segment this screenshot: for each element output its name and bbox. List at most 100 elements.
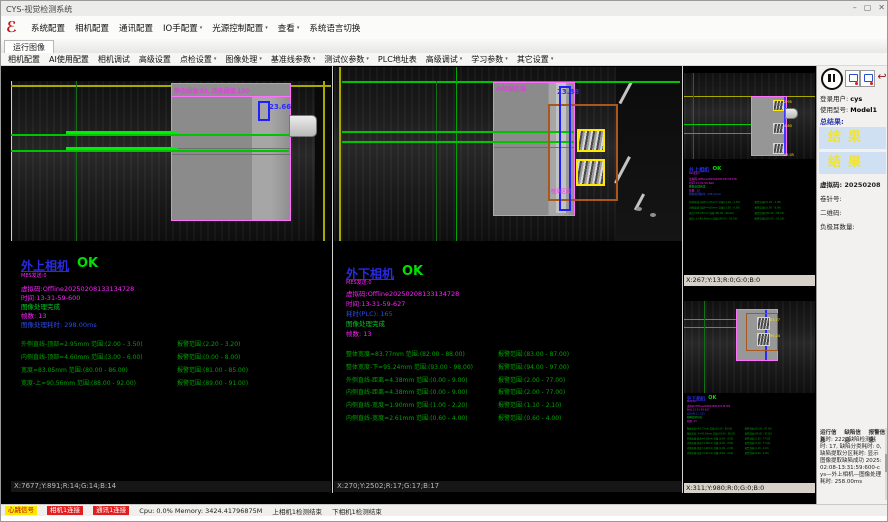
model-value: Model1 bbox=[850, 106, 877, 114]
tool-advanced-debug[interactable]: 高级调试▾ bbox=[426, 54, 463, 65]
measure-row: 外侧直线-顶部=2.95mm 范围:(2.00 - 3.50)报警范围:(2.2… bbox=[689, 200, 815, 204]
alarm-text: 报警范围:(1.10 - 2.10) bbox=[498, 400, 561, 409]
measure-row: 整体宽度-下=95.24mm 范围:(93.00 - 98.00) 报警范围:(9… bbox=[687, 432, 812, 436]
thumb-top-panel[interactable]: 2.95 4.60 83.05 外上相机 OK MES发送:0 虚拟码:Offl… bbox=[684, 67, 815, 286]
tool-advanced-settings[interactable]: 高级设置 bbox=[139, 54, 171, 65]
tool-image-processing[interactable]: 图像处理▾ bbox=[225, 54, 262, 65]
status-ok: OK bbox=[77, 256, 98, 271]
blue-measure-value: 23.66 bbox=[269, 103, 291, 111]
close-icon[interactable]: ✕ bbox=[878, 3, 885, 12]
thumb-bottom-panel[interactable]: 83.77 95.24 外下相机 OK MES发送:0 虚拟码:Offline2… bbox=[684, 293, 815, 493]
main-area: 静态阈值:93, 动态阈值:100 23.66 外上相机 OK MES发送:0 … bbox=[1, 66, 816, 504]
tool-plc-address[interactable]: PLC地址表 bbox=[378, 54, 417, 65]
menu-camera-config[interactable]: 相机配置 bbox=[75, 22, 109, 34]
ai-region-label: AI检测区域 bbox=[496, 84, 526, 93]
tab-detect-box bbox=[577, 129, 605, 152]
pause-button[interactable] bbox=[821, 68, 843, 90]
model-label: 使用型号: bbox=[820, 106, 848, 114]
alarm-text: 报警范围:(89.00 - 91.00) bbox=[755, 217, 785, 221]
measure-row: 内侧直线-顶部=4.60mm 范围:(3.00 - 6.00)报警范围:(0.0… bbox=[689, 206, 815, 210]
tool-camera-config[interactable]: 相机配置 bbox=[8, 54, 40, 65]
menu-view[interactable]: 查看▾ bbox=[278, 22, 300, 34]
camera-view-button-1[interactable] bbox=[845, 70, 860, 87]
negative-tab-count-label: 负极耳数量: bbox=[820, 221, 855, 231]
menu-light-control[interactable]: 光源控制配置▾ bbox=[212, 22, 268, 34]
tool-other-settings[interactable]: 其它设置▾ bbox=[517, 54, 554, 65]
box-value-label: 83.05 bbox=[784, 153, 794, 157]
log-output: 耗时: 222, 缺陷检测耗时: 17, 缺陷分类耗时: 0, 缺陷提取分区耗时… bbox=[820, 437, 882, 486]
dropdown-arrow-icon: ▾ bbox=[366, 56, 369, 62]
measure-text: 内侧直线-宽度=2.61mm 范围:(0.60 - 4.00) bbox=[687, 451, 733, 454]
monitor-icon bbox=[849, 74, 858, 82]
measure-row: 内侧直线-顶部=4.60mm 范围:(3.00 - 6.00)报警范围:(0.0… bbox=[21, 352, 326, 362]
mid-camera-panel[interactable]: AI检测区域 23.88 检测区域 外下相机 OK MES发送:0 虚拟码:Of… bbox=[334, 67, 682, 493]
measure-row: 内侧直线-宽度=2.61mm 范围:(0.60 - 4.00) 报警范围:(0.6… bbox=[346, 413, 676, 423]
alarm-text: 报警范围:(0.60 - 4.00) bbox=[498, 413, 561, 422]
login-user-value: cys bbox=[850, 95, 862, 103]
menu-system-config[interactable]: 系统配置 bbox=[31, 22, 65, 34]
tool-learning-params[interactable]: 学习参数▾ bbox=[471, 54, 508, 65]
camera-view-button-2[interactable] bbox=[860, 70, 875, 87]
measure-text: 内侧直线-距离=4.38mm 范围:(0.00 - 9.00) bbox=[346, 387, 468, 396]
return-button[interactable]: ↩ bbox=[876, 68, 888, 86]
measure-text: 内侧直线-顶部=4.60mm 范围:(3.00 - 6.00) bbox=[689, 206, 740, 210]
alarm-text: 报警范围:(0.60 - 4.00) bbox=[745, 451, 769, 454]
virtual-barcode: 虚拟码:Offline20250208133134728 bbox=[346, 288, 459, 298]
menu-bar: ℰ 系统配置 相机配置 通讯配置 IO手配置▾ 光源控制配置▾ 查看▾ 系统语言… bbox=[1, 16, 888, 40]
frame-count: 帧数: 13 bbox=[346, 328, 372, 338]
blue-measure-value: 23.88 bbox=[557, 88, 579, 96]
tool-baseline-params[interactable]: 基准线参数▾ bbox=[271, 54, 316, 65]
alarm-text: 报警范围:(1.10 - 2.10) bbox=[745, 446, 769, 449]
thumb-bottom-coord-readout: X:311;Y:980;R:0;G:0;B:0 bbox=[684, 483, 815, 493]
region-label: 检测区域 bbox=[551, 188, 571, 195]
alarm-text: 报警范围:(94.00 - 97.00) bbox=[745, 432, 772, 435]
tool-spot-check[interactable]: 点检设置▾ bbox=[180, 54, 217, 65]
measure-text: 内侧直线-宽度=2.61mm 范围:(0.60 - 4.00) bbox=[346, 413, 468, 422]
tab-detect-box bbox=[757, 333, 770, 346]
measure-text: 整体宽度=83.77mm 范围:(82.00 - 88.00) bbox=[346, 349, 465, 358]
tool-tester-params[interactable]: 测试仪参数▾ bbox=[324, 54, 369, 65]
measure-text: 内侧直线-距离=4.38mm 范围:(0.00 - 9.00) bbox=[687, 441, 733, 444]
left-camera-panel[interactable]: 静态阈值:93, 动态阈值:100 23.66 外上相机 OK MES发送:0 … bbox=[11, 67, 331, 493]
measure-row: 内侧直线-距离=4.38mm 范围:(0.00 - 9.00)报警范围:(2.0… bbox=[346, 387, 676, 397]
alarm-text: 报警范围:(2.00 - 77.00) bbox=[745, 441, 771, 444]
measure-text: 整体宽度-下=95.24mm 范围:(93.00 - 98.00) bbox=[346, 362, 473, 371]
menu-io-config[interactable]: IO手配置▾ bbox=[163, 22, 202, 34]
measure-row: 宽度=83.05mm 范围:(80.00 - 86.00)报警范围:(81.00… bbox=[689, 211, 815, 215]
measure-text: 外侧直线-顶部=2.95mm 范围:(2.00 - 3.50) bbox=[689, 200, 740, 204]
threshold-label: 静态阈值:93, 动态阈值:100 bbox=[174, 86, 249, 95]
dropdown-arrow-icon: ▾ bbox=[200, 25, 203, 31]
measure-text: 内侧直线-顶部=4.60mm 范围:(3.00 - 6.00) bbox=[21, 352, 143, 361]
maximize-icon[interactable]: ▢ bbox=[864, 3, 872, 12]
tool-ai-config[interactable]: AI使用配置 bbox=[49, 54, 89, 65]
window-title: CYS-视觉检测系统 bbox=[6, 4, 72, 15]
mes-status: MES发送:0 bbox=[346, 279, 372, 286]
heartbeat-badge: 心跳信号 bbox=[5, 506, 37, 515]
model-row[interactable]: 使用型号: Model1 bbox=[820, 104, 877, 114]
dropdown-arrow-icon: ▾ bbox=[551, 56, 554, 62]
menu-comm-config[interactable]: 通讯配置 bbox=[119, 22, 153, 34]
app-window: CYS-视觉检测系统 – ▢ ✕ ℰ 系统配置 相机配置 通讯配置 IO手配置▾… bbox=[0, 0, 888, 522]
alarm-text: 报警范围:(83.00 - 87.00) bbox=[498, 349, 569, 358]
minimize-icon[interactable]: – bbox=[853, 3, 857, 12]
thumb-bottom-textblock: 外下相机 OK MES发送:0 虚拟码:Offline2025020813313… bbox=[687, 395, 812, 458]
record-dot-icon bbox=[855, 82, 858, 85]
measure-row: 宽度-上=90.56mm 范围:(88.00 - 92.00)报警范围:(89.… bbox=[689, 217, 815, 221]
tool-camera-debug[interactable]: 相机调试 bbox=[98, 54, 130, 65]
measure-text: 整体宽度-下=95.24mm 范围:(93.00 - 98.00) bbox=[687, 432, 735, 435]
measure-text: 外侧直线-距离=4.38mm 范围:(0.00 - 9.00) bbox=[346, 375, 468, 384]
title-bar: CYS-视觉检测系统 – ▢ ✕ bbox=[1, 1, 888, 17]
menu-language-switch[interactable]: 系统语言切换 bbox=[309, 22, 360, 34]
tab-detect-box bbox=[576, 159, 605, 186]
measure-row: 整体宽度=83.77mm 范围:(82.00 - 88.00)报警范围:(83.… bbox=[687, 427, 812, 431]
monitor-icon bbox=[864, 74, 873, 82]
login-user-row: 登录用户: cys bbox=[820, 93, 862, 103]
measure-row: 外侧直线-距离=4.38mm 范围:(0.00 - 9.00)报警范围:(2.0… bbox=[687, 437, 812, 441]
processing-elapsed: 图像处理耗时: 298.00ms bbox=[21, 319, 97, 329]
mid-coord-readout: X:270;Y:2502;R:17;G:17;B:17 bbox=[334, 481, 682, 492]
measure-row: 宽度=83.05mm 范围:(80.00 - 86.00)报警范围:(81.00… bbox=[21, 365, 326, 375]
capture-time: 时间:13-31-59-627 bbox=[346, 298, 405, 308]
qr-code-label: 二维码: bbox=[820, 207, 842, 217]
status-ok: OK bbox=[708, 395, 716, 401]
measure-text: 宽度-上=90.56mm 范围:(88.00 - 92.00) bbox=[21, 378, 136, 387]
